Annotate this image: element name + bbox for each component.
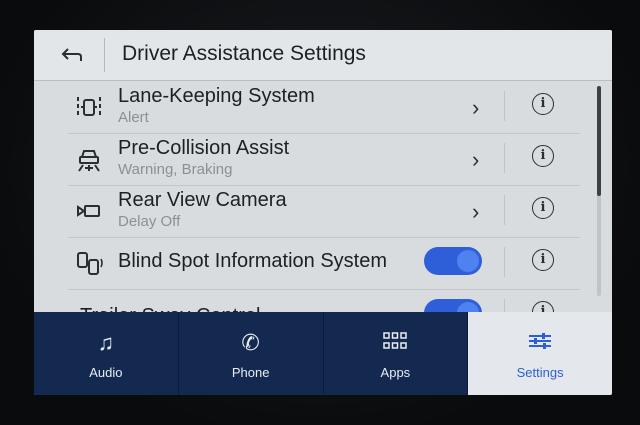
row-separator (504, 91, 505, 121)
info-icon[interactable]: i (532, 197, 554, 219)
row-sublabel: Warning, Braking (118, 161, 233, 178)
scrollbar-thumb[interactable] (597, 86, 601, 196)
row-sublabel: Delay Off (118, 213, 181, 230)
setting-row-blind-spot[interactable]: Blind Spot Information System i (68, 237, 580, 290)
lane-keeping-icon (77, 97, 101, 117)
settings-sliders-icon (468, 330, 612, 356)
row-label: Rear View Camera (118, 189, 287, 211)
header-divider (104, 38, 105, 72)
apps-grid-icon (324, 330, 468, 356)
row-label: Blind Spot Information System (118, 250, 388, 272)
nav-audio[interactable]: ♫ Audio (34, 312, 179, 395)
pre-collision-icon (78, 150, 100, 172)
page-title: Driver Assistance Settings (122, 42, 366, 65)
nav-label: Phone (231, 365, 270, 380)
nav-label: Audio (89, 365, 123, 380)
chevron-right-icon[interactable]: › (472, 147, 479, 173)
header-bar: Driver Assistance Settings (34, 30, 612, 81)
row-separator (504, 143, 505, 173)
touchscreen: Driver Assistance Settings Lane-Keeping … (34, 30, 612, 395)
nav-label: Apps (380, 365, 411, 380)
music-note-icon: ♫ (97, 330, 115, 355)
row-sublabel: Alert (118, 109, 149, 126)
info-icon[interactable]: i (532, 145, 554, 167)
settings-list: Lane-Keeping System Alert › i Pre-Collis… (34, 81, 594, 329)
chevron-right-icon[interactable]: › (472, 95, 479, 121)
phone-icon: ✆ (241, 330, 260, 355)
setting-row-pre-collision[interactable]: Pre-Collision Assist Warning, Braking › … (68, 133, 580, 186)
setting-row-lane-keeping[interactable]: Lane-Keeping System Alert › i (68, 81, 580, 134)
blind-spot-icon (77, 252, 103, 275)
nav-phone[interactable]: ✆ Phone (179, 312, 324, 395)
row-separator (504, 247, 505, 277)
list-scrollbar[interactable] (597, 86, 601, 296)
info-icon[interactable]: i (532, 93, 554, 115)
bottom-navigation: ♫ Audio ✆ Phone Apps Settings (34, 312, 612, 395)
row-label: Pre-Collision Assist (118, 137, 290, 159)
blind-spot-toggle[interactable] (424, 247, 482, 275)
rear-camera-icon (77, 205, 100, 217)
toggle-knob (457, 250, 479, 272)
nav-label: Settings (516, 365, 564, 380)
info-icon[interactable]: i (532, 249, 554, 271)
nav-settings[interactable]: Settings (468, 312, 612, 395)
back-button[interactable] (54, 42, 90, 68)
row-separator (504, 195, 505, 225)
row-label: Lane-Keeping System (118, 85, 315, 107)
back-arrow-icon (61, 48, 82, 61)
setting-row-rear-camera[interactable]: Rear View Camera Delay Off › i (68, 185, 580, 238)
nav-apps[interactable]: Apps (324, 312, 469, 395)
chevron-right-icon[interactable]: › (472, 199, 479, 225)
